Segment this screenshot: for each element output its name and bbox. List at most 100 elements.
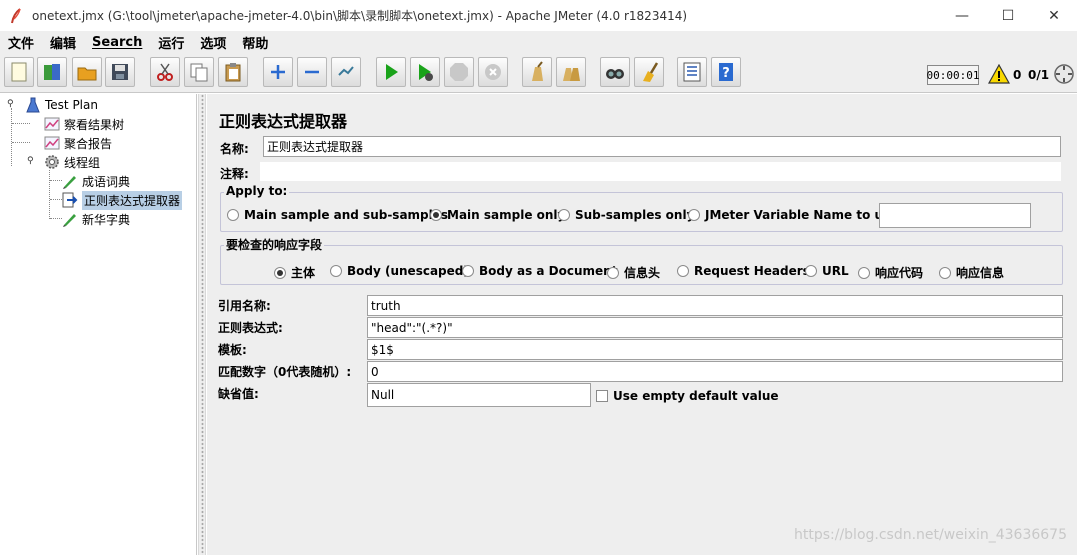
split-pane-divider[interactable] — [198, 94, 206, 555]
cut-icon — [157, 63, 173, 81]
help-button[interactable]: ? — [711, 57, 741, 87]
paste-icon — [225, 63, 241, 82]
start-button[interactable] — [376, 57, 406, 87]
thread-group-gear-icon — [44, 154, 60, 170]
field-headers-radio[interactable]: 信息头 — [607, 264, 660, 281]
collapse-all-button[interactable] — [297, 57, 327, 87]
tree-node-thread-group[interactable]: 线程组 — [44, 153, 100, 171]
default-value-label: 缺省值: — [218, 387, 259, 401]
listener-chart-icon — [44, 135, 60, 151]
title-bar: onetext.jmx (G:\tool\jmeter\apache-jmete… — [0, 0, 1077, 31]
tree-node-view-results-tree[interactable]: 察看结果树 — [44, 115, 124, 133]
menu-search[interactable]: Search — [84, 35, 150, 50]
field-body-as-document-radio[interactable]: Body as a Document — [462, 264, 617, 278]
menu-help[interactable]: 帮助 — [234, 33, 276, 52]
tree-node-xinhua-dictionary[interactable]: 新华字典 — [62, 210, 130, 228]
reference-name-input[interactable]: truth — [367, 295, 1063, 316]
remote-status-icon — [1053, 63, 1075, 88]
regex-input[interactable]: "head":"(.*?)" — [367, 317, 1063, 338]
svg-text:?: ? — [722, 66, 730, 81]
start-no-pauses-button[interactable] — [410, 57, 440, 87]
template-input[interactable]: $1$ — [367, 339, 1063, 360]
tree-node-regex-extractor[interactable]: 正则表达式提取器 — [62, 190, 183, 210]
help-icon: ? — [719, 63, 733, 81]
clear-button[interactable] — [522, 57, 552, 87]
jmeter-variable-input[interactable] — [879, 203, 1031, 228]
paste-button[interactable] — [218, 57, 248, 87]
tree-node-test-plan[interactable]: Test Plan — [25, 96, 98, 114]
listener-chart-icon — [44, 116, 60, 132]
http-sampler-pen-icon — [62, 173, 78, 189]
templates-icon — [44, 64, 60, 80]
comment-input[interactable] — [259, 161, 1062, 182]
apply-to-title: Apply to: — [224, 184, 290, 198]
field-url-radio[interactable]: URL — [805, 264, 849, 278]
extractor-arrow-icon — [62, 192, 78, 208]
open-button[interactable] — [72, 57, 102, 87]
field-body-unescaped-radio[interactable]: Body (unescaped) — [330, 264, 469, 278]
templates-button[interactable] — [37, 57, 67, 87]
stop-button[interactable] — [444, 57, 474, 87]
reset-search-button[interactable] — [634, 57, 664, 87]
menu-file[interactable]: 文件 — [0, 33, 42, 52]
menu-run[interactable]: 运行 — [150, 33, 192, 52]
default-value-input[interactable]: Null — [367, 383, 591, 407]
clear-all-button[interactable] — [556, 57, 586, 87]
toggle-icon — [338, 66, 354, 76]
function-helper-icon — [683, 62, 701, 82]
cut-button[interactable] — [150, 57, 180, 87]
field-body-radio[interactable]: 主体 — [274, 264, 315, 281]
template-label: 模板: — [218, 343, 247, 357]
shutdown-button[interactable] — [478, 57, 508, 87]
start-icon — [386, 64, 398, 80]
active-threads: 0/1 — [1028, 68, 1050, 82]
save-icon — [112, 64, 128, 80]
maximize-button[interactable]: ☐ — [985, 0, 1031, 31]
copy-icon — [190, 63, 208, 82]
function-helper-button[interactable] — [677, 57, 707, 87]
http-sampler-pen-icon — [62, 211, 78, 227]
new-button[interactable] — [4, 57, 34, 87]
clear-icon — [532, 61, 543, 81]
panel-title: 正则表达式提取器 — [219, 112, 348, 131]
apply-main-and-sub-radio[interactable]: Main sample and sub-samples — [227, 208, 448, 222]
tree-node-aggregate-report[interactable]: 聚合报告 — [44, 134, 112, 152]
menu-options[interactable]: 选项 — [192, 33, 234, 52]
apply-jmeter-variable-radio[interactable]: JMeter Variable Name to use — [688, 208, 898, 222]
expand-icon — [271, 65, 285, 79]
save-button[interactable] — [105, 57, 135, 87]
regex-label: 正则表达式: — [218, 321, 283, 335]
minimize-button[interactable]: — — [939, 0, 985, 31]
apply-sub-only-radio[interactable]: Sub-samples only — [558, 208, 694, 222]
use-empty-default-checkbox[interactable]: Use empty default value — [596, 389, 779, 403]
field-response-message-radio[interactable]: 响应信息 — [939, 264, 1004, 281]
toolbar: ? 00:00:01 0 0/1 — [0, 53, 1077, 93]
apply-main-only-radio[interactable]: Main sample only — [430, 208, 565, 222]
search-icon — [606, 69, 624, 79]
start-no-pause-icon — [419, 64, 433, 81]
field-request-headers-radio[interactable]: Request Headers — [677, 264, 810, 278]
menu-edit[interactable]: 编辑 — [42, 33, 84, 52]
close-button[interactable]: ✕ — [1031, 0, 1077, 31]
reference-name-label: 引用名称: — [218, 299, 271, 313]
expand-thread-group-toggle[interactable]: ⚲ — [27, 157, 36, 166]
copy-button[interactable] — [184, 57, 214, 87]
tree-node-idiom-dictionary[interactable]: 成语词典 — [62, 172, 130, 190]
menu-bar: 文件 编辑 Search 运行 选项 帮助 — [0, 31, 1077, 53]
toggle-button[interactable] — [331, 57, 361, 87]
expand-test-plan-toggle[interactable]: ⚲ — [7, 100, 16, 109]
window-title: onetext.jmx (G:\tool\jmeter\apache-jmete… — [32, 9, 688, 23]
clear-all-icon — [563, 68, 580, 81]
name-label: 名称: — [220, 142, 249, 156]
jmeter-feather-icon — [8, 7, 24, 24]
name-input[interactable]: 正则表达式提取器 — [263, 136, 1061, 157]
elapsed-timer: 00:00:01 — [927, 65, 980, 85]
field-response-code-radio[interactable]: 响应代码 — [858, 264, 923, 281]
regex-extractor-panel: 正则表达式提取器 名称: 正则表达式提取器 注释: Apply to: Main… — [207, 94, 1077, 555]
warning-icon[interactable] — [987, 63, 1011, 87]
match-number-input[interactable]: 0 — [367, 361, 1063, 382]
comment-label: 注释: — [220, 167, 249, 181]
search-button[interactable] — [600, 57, 630, 87]
warning-count: 0 — [1013, 68, 1022, 82]
expand-all-button[interactable] — [263, 57, 293, 87]
